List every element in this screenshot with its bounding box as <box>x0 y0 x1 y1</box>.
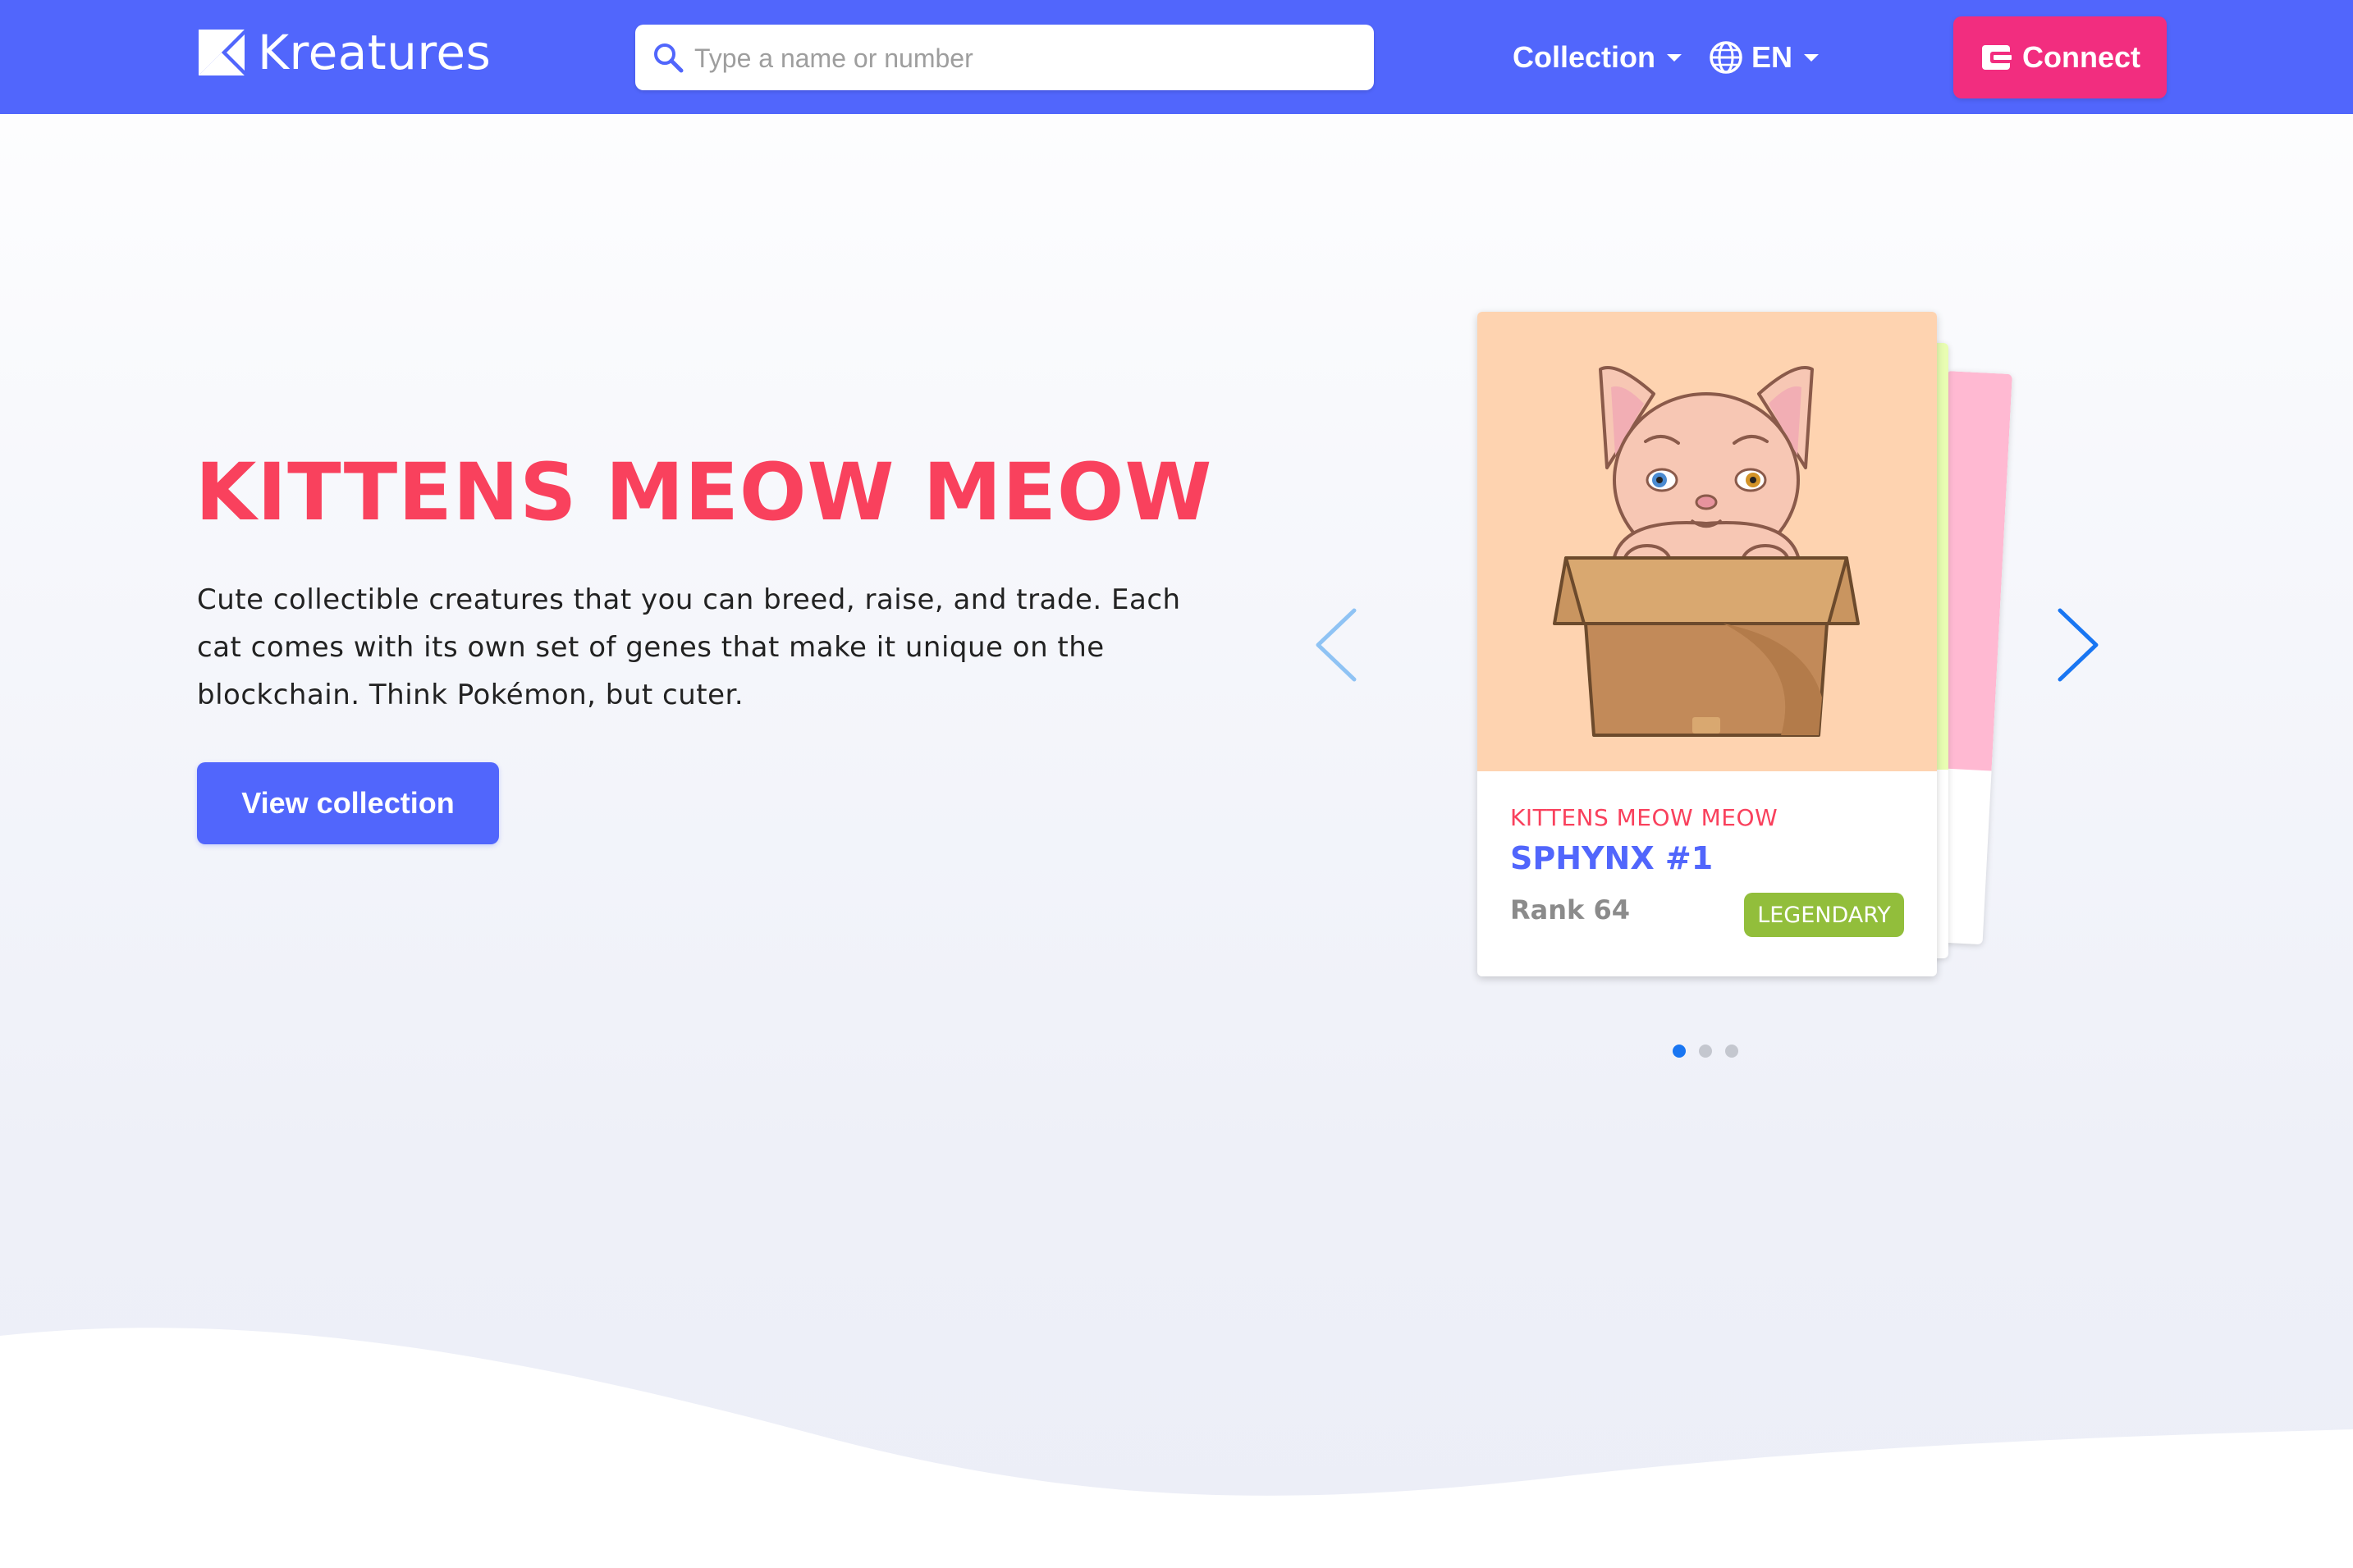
hero-title: KITTENS MEOW MEOW <box>195 446 1213 538</box>
chevron-down-icon <box>1804 53 1820 62</box>
carousel-next-button[interactable] <box>2053 607 2103 683</box>
chevron-right-icon <box>2058 608 2099 682</box>
search-bar[interactable] <box>635 25 1374 92</box>
card-rank: Rank 64 <box>1510 894 1630 926</box>
hero-description: Cute collectible creatures that you can … <box>197 583 1181 711</box>
card-collection-name: KITTENS MEOW MEOW <box>1510 804 1778 831</box>
carousel-pagination <box>1673 1045 1738 1058</box>
brand-name: Kreatures <box>258 25 492 80</box>
collection-dropdown[interactable]: Collection <box>1513 33 1682 82</box>
wallet-icon <box>1982 45 2012 70</box>
top-navbar: Kreatures Collection EN Connect <box>0 0 2353 114</box>
carousel-dot[interactable] <box>1725 1045 1738 1058</box>
kreatures-logo-icon <box>199 30 245 75</box>
sphynx-kitten-in-box-illustration <box>1477 312 1937 771</box>
carousel-dot[interactable] <box>1673 1045 1686 1058</box>
collection-label: Collection <box>1513 40 1656 74</box>
card-title: SPHYNX #1 <box>1510 840 1714 876</box>
chevron-down-icon <box>1667 53 1682 62</box>
nft-card-image <box>1477 312 1937 771</box>
brand-logo[interactable]: Kreatures <box>197 27 491 78</box>
language-label: EN <box>1751 40 1793 74</box>
connect-label: Connect <box>2022 40 2140 74</box>
chevron-left-icon <box>1316 608 1357 682</box>
search-icon <box>654 43 684 73</box>
decorative-wave <box>0 1313 2353 1568</box>
wave-shape <box>0 1328 2353 1568</box>
view-collection-button[interactable]: View collection <box>197 762 499 844</box>
rarity-badge: LEGENDARY <box>1744 893 1904 937</box>
carousel-dot[interactable] <box>1699 1045 1712 1058</box>
language-dropdown[interactable]: EN <box>1709 33 1820 82</box>
carousel-prev-button[interactable] <box>1312 607 1361 683</box>
nft-card[interactable]: KITTENS MEOW MEOW SPHYNX #1 Rank 64 LEGE… <box>1477 312 1937 976</box>
globe-icon <box>1710 41 1742 74</box>
connect-wallet-button[interactable]: Connect <box>1953 16 2167 98</box>
search-input[interactable] <box>693 25 1361 92</box>
